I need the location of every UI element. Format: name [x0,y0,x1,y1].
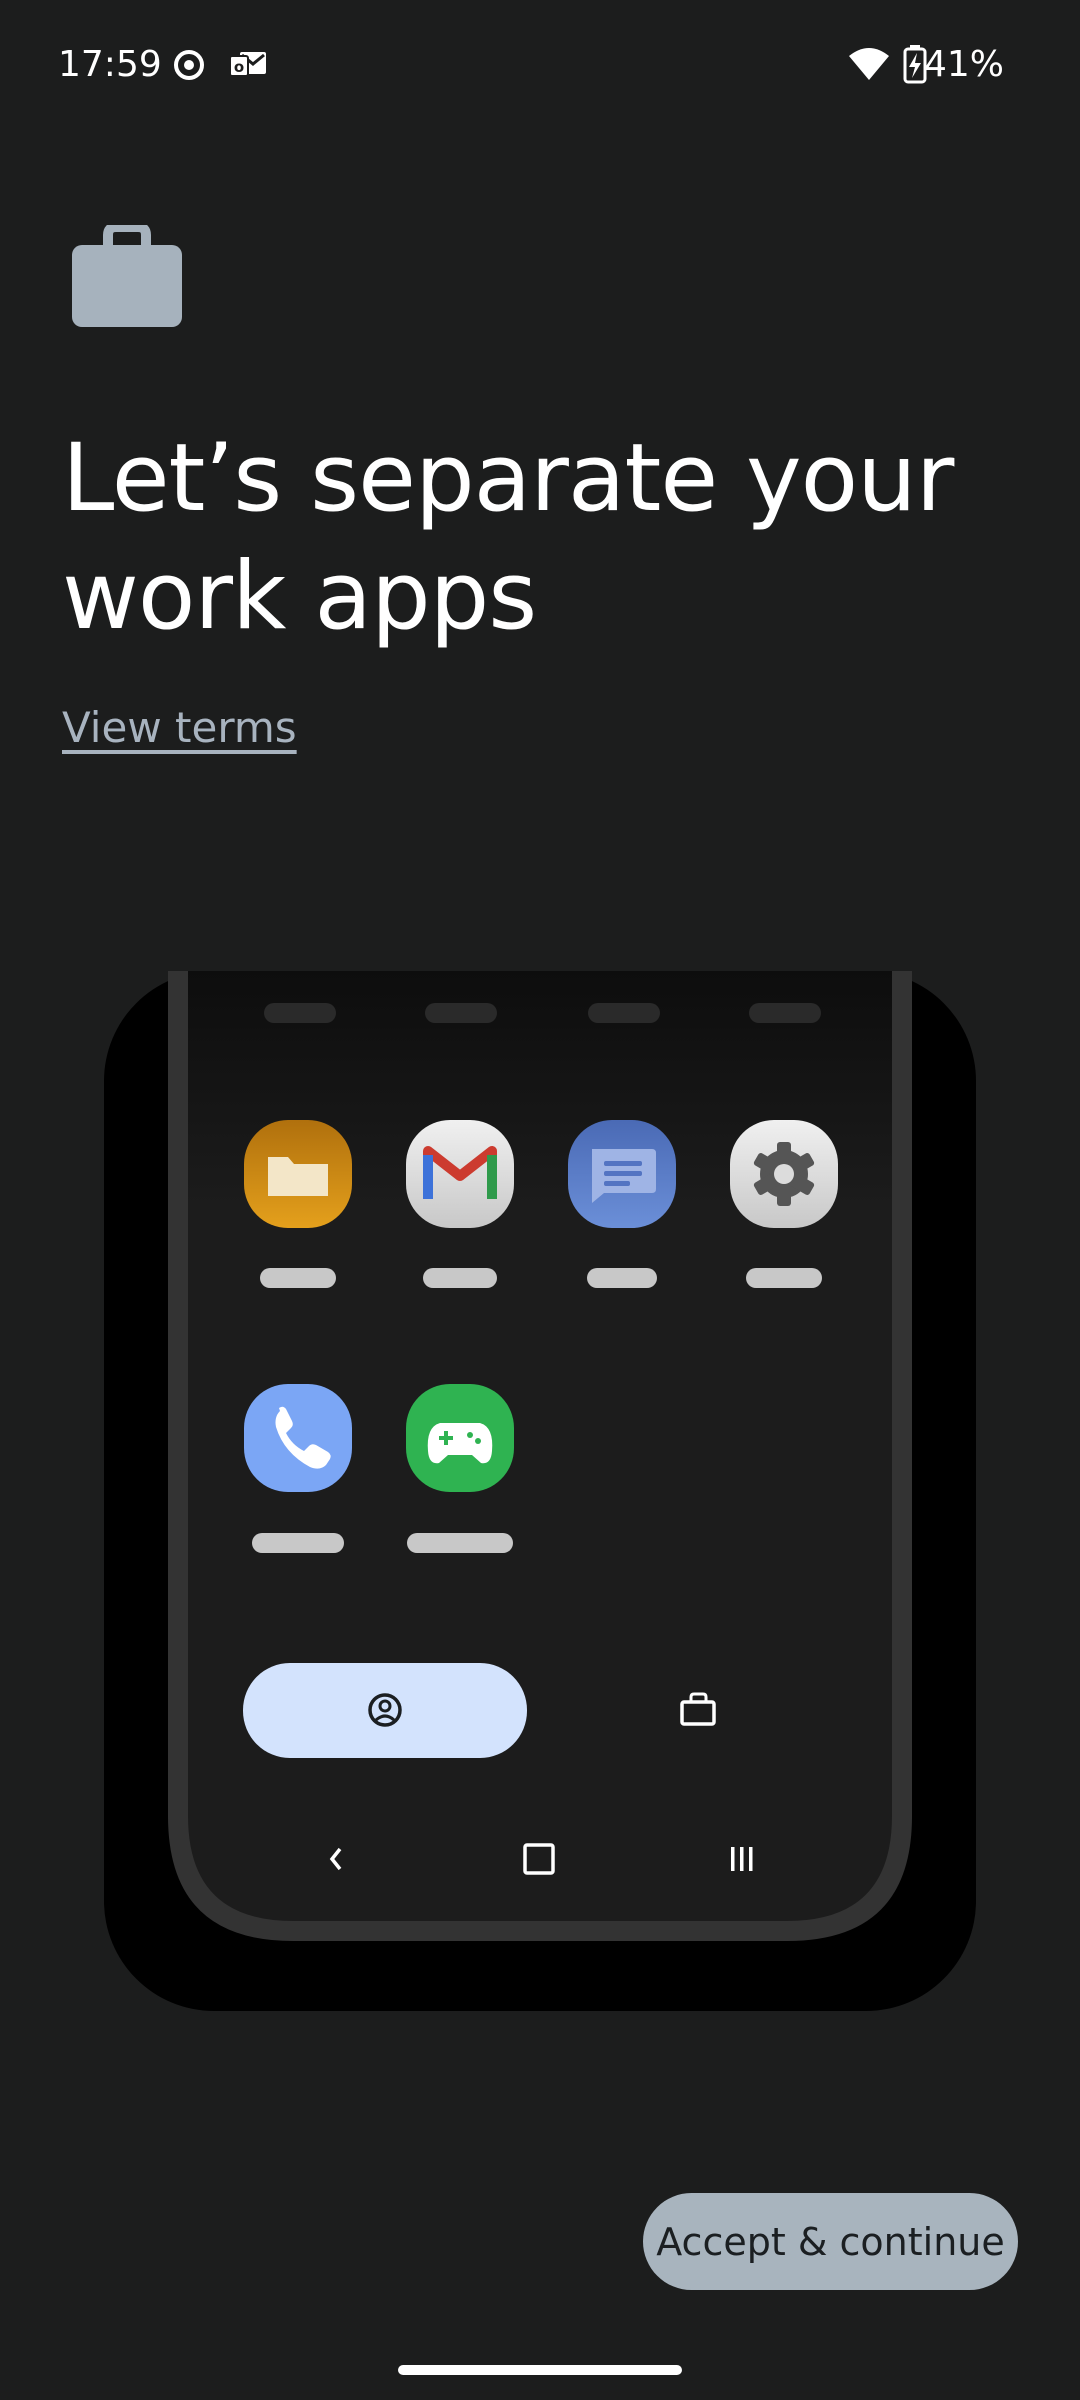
view-terms-link[interactable]: View terms [62,703,297,752]
app-label-placeholder [260,1268,336,1288]
gesture-navigation-bar[interactable] [398,2365,682,2375]
placeholder-label [264,1003,336,1023]
files-app-icon [244,1120,352,1228]
app-label-placeholder [423,1268,497,1288]
focus-mode-icon [174,50,204,80]
work-profile-setup-screen: 17:59 o 41% Let’s separate your work app… [0,0,1080,2400]
app-label-placeholder [407,1533,513,1553]
work-profile-illustration [104,971,976,2011]
wifi-icon [849,48,889,80]
outlook-notification-icon: o [229,52,266,77]
page-title: Let’s separate your work apps [62,424,954,651]
battery-percentage: 41% [923,44,1004,85]
recents-icon [731,1847,753,1871]
phone-app-icon [244,1384,352,1492]
placeholder-label [749,1003,821,1023]
placeholder-label [588,1003,660,1023]
app-label-placeholder [746,1268,822,1288]
status-bar: 17:59 o 41% [0,0,1080,130]
app-label-placeholder [252,1533,344,1553]
app-label-placeholder [587,1268,657,1288]
svg-text:o: o [234,58,244,76]
status-time: 17:59 [58,44,162,85]
placeholder-label [425,1003,497,1023]
gmail-app-icon [406,1120,514,1228]
accept-and-continue-button[interactable]: Accept & continue [643,2193,1018,2290]
settings-app-icon [730,1120,838,1228]
messages-app-icon [568,1120,676,1228]
games-app-icon [406,1384,514,1492]
briefcase-icon [72,225,182,327]
personal-profile-tab [243,1663,527,1758]
